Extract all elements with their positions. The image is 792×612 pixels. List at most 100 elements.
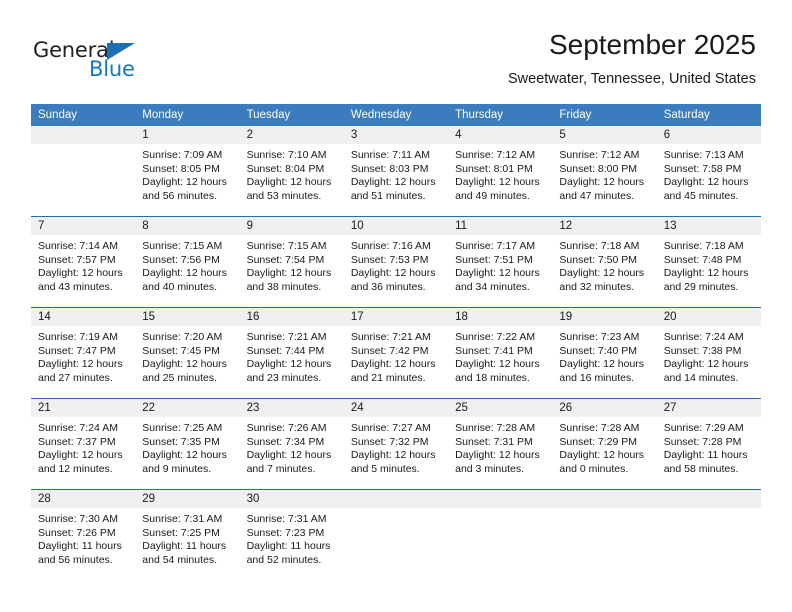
- day-cell[interactable]: [656, 489, 761, 580]
- daylight-text-line2: and 56 minutes.: [142, 189, 217, 202]
- sunrise-text: Sunrise: 7:15 AM: [246, 240, 327, 252]
- day-number: [31, 126, 136, 144]
- day-cell[interactable]: 27 Sunrise: 7:29 AM Sunset: 7:28 PM Dayligh…: [656, 398, 761, 490]
- brand-logo[interactable]: General Blue: [33, 38, 173, 88]
- daylight-text-line2: and 23 minutes.: [246, 371, 322, 384]
- day-cell[interactable]: 18 Sunrise: 7:22 AM Sunset: 7:41 PM Dayligh…: [448, 307, 553, 399]
- daylight-text-line2: and 14 minutes.: [663, 371, 739, 384]
- sunset-text: Sunset: 7:56 PM: [142, 253, 220, 266]
- day-cell[interactable]: 19 Sunrise: 7:23 AM Sunset: 7:40 PM Dayligh…: [552, 307, 657, 399]
- day-cell[interactable]: 9 Sunrise: 7:15 AM Sunset: 7:54 PM Daylight…: [239, 216, 344, 308]
- sunset-text: Sunset: 7:28 PM: [663, 435, 742, 448]
- day-cell[interactable]: 17 Sunrise: 7:21 AM Sunset: 7:42 PM Dayligh…: [343, 307, 449, 399]
- week-row: 28 Sunrise: 7:30 AM Sunset: 7:26 PM Dayligh…: [31, 489, 761, 580]
- daylight-text-line1: Daylight: 12 hours: [142, 176, 227, 189]
- sunrise-text: Sunrise: 7:21 AM: [246, 331, 327, 343]
- day-cell[interactable]: 23 Sunrise: 7:26 AM Sunset: 7:34 PM Dayligh…: [239, 398, 344, 490]
- day-number: 22: [135, 399, 240, 417]
- day-cell[interactable]: 21 Sunrise: 7:24 AM Sunset: 7:37 PM Dayligh…: [31, 398, 136, 490]
- daylight-text-line1: Daylight: 12 hours: [559, 358, 645, 371]
- sunset-text: Sunset: 7:35 PM: [142, 435, 220, 448]
- calendar-page: General Blue September 2025 Sweetwater, …: [0, 0, 792, 612]
- daylight-text-line1: Daylight: 12 hours: [559, 449, 645, 462]
- brand-name-blue: Blue: [89, 57, 135, 81]
- day-details: Sunrise: 7:10 AM Sunset: 8:04 PM Daylight:…: [240, 144, 344, 203]
- sunset-text: Sunset: 7:37 PM: [38, 435, 116, 448]
- day-cell[interactable]: 22 Sunrise: 7:25 AM Sunset: 7:35 PM Dayligh…: [135, 398, 240, 490]
- day-cell[interactable]: 14 Sunrise: 7:19 AM Sunset: 7:47 PM Dayligh…: [31, 307, 136, 399]
- day-cell[interactable]: 2 Sunrise: 7:10 AM Sunset: 8:04 PM Daylight…: [239, 126, 344, 217]
- daylight-text-line1: Daylight: 12 hours: [38, 449, 123, 462]
- daylight-text-line1: Daylight: 12 hours: [350, 176, 436, 189]
- day-cell[interactable]: 30 Sunrise: 7:31 AM Sunset: 7:23 PM Dayligh…: [239, 489, 344, 580]
- daylight-text-line2: and 58 minutes.: [663, 462, 739, 475]
- day-cell[interactable]: [552, 489, 657, 580]
- day-details: Sunrise: 7:30 AM Sunset: 7:26 PM Daylight:…: [31, 508, 135, 567]
- day-cell[interactable]: 4 Sunrise: 7:12 AM Sunset: 8:01 PM Daylight…: [448, 126, 553, 217]
- daylight-text-line2: and 0 minutes.: [559, 462, 629, 475]
- day-number: 10: [343, 217, 449, 235]
- weekday-header-thursday: Thursday: [448, 104, 553, 126]
- weekday-header-sunday: Sunday: [31, 104, 136, 126]
- day-cell[interactable]: 13 Sunrise: 7:18 AM Sunset: 7:48 PM Dayligh…: [656, 216, 761, 308]
- sunrise-text: Sunrise: 7:16 AM: [350, 240, 431, 252]
- week-row: 1 Sunrise: 7:09 AM Sunset: 8:05 PM Daylight…: [31, 126, 761, 217]
- day-number: 8: [135, 217, 240, 235]
- daylight-text-line2: and 7 minutes.: [246, 462, 316, 475]
- day-number: 9: [239, 217, 344, 235]
- sunset-text: Sunset: 7:58 PM: [663, 162, 742, 175]
- daylight-text-line2: and 45 minutes.: [663, 189, 739, 202]
- day-cell[interactable]: 3 Sunrise: 7:11 AM Sunset: 8:03 PM Daylight…: [343, 126, 449, 217]
- day-cell[interactable]: 1 Sunrise: 7:09 AM Sunset: 8:05 PM Daylight…: [135, 126, 240, 217]
- day-cell[interactable]: 20 Sunrise: 7:24 AM Sunset: 7:38 PM Dayligh…: [656, 307, 761, 399]
- day-details: Sunrise: 7:12 AM Sunset: 8:00 PM Daylight:…: [552, 144, 656, 203]
- daylight-text-line2: and 16 minutes.: [559, 371, 635, 384]
- day-details: Sunrise: 7:14 AM Sunset: 7:57 PM Daylight:…: [31, 235, 135, 294]
- day-details: Sunrise: 7:09 AM Sunset: 8:05 PM Daylight:…: [135, 144, 239, 203]
- day-cell[interactable]: 25 Sunrise: 7:28 AM Sunset: 7:31 PM Dayligh…: [448, 398, 553, 490]
- page-subtitle: Sweetwater, Tennessee, United States: [508, 71, 756, 87]
- day-number: 2: [239, 126, 344, 144]
- day-details: Sunrise: 7:19 AM Sunset: 7:47 PM Daylight:…: [31, 326, 135, 385]
- day-details: Sunrise: 7:13 AM Sunset: 7:58 PM Daylight:…: [657, 144, 761, 203]
- day-details: Sunrise: 7:21 AM Sunset: 7:44 PM Daylight:…: [240, 326, 344, 385]
- day-cell[interactable]: [343, 489, 449, 580]
- day-details: Sunrise: 7:18 AM Sunset: 7:50 PM Daylight:…: [552, 235, 656, 294]
- sunrise-text: Sunrise: 7:29 AM: [663, 422, 744, 434]
- day-cell[interactable]: 29 Sunrise: 7:31 AM Sunset: 7:25 PM Dayligh…: [135, 489, 240, 580]
- day-cell[interactable]: 11 Sunrise: 7:17 AM Sunset: 7:51 PM Dayligh…: [448, 216, 553, 308]
- day-cell[interactable]: 15 Sunrise: 7:20 AM Sunset: 7:45 PM Dayligh…: [135, 307, 240, 399]
- sunset-text: Sunset: 7:25 PM: [142, 526, 220, 539]
- day-number: 18: [448, 308, 553, 326]
- day-details: Sunrise: 7:27 AM Sunset: 7:32 PM Daylight:…: [344, 417, 448, 476]
- sunrise-text: Sunrise: 7:31 AM: [142, 513, 223, 525]
- day-cell[interactable]: 16 Sunrise: 7:21 AM Sunset: 7:44 PM Dayligh…: [239, 307, 344, 399]
- sunset-text: Sunset: 7:47 PM: [38, 344, 116, 357]
- day-cell[interactable]: 6 Sunrise: 7:13 AM Sunset: 7:58 PM Daylight…: [656, 126, 761, 217]
- weekday-header-tuesday: Tuesday: [239, 104, 344, 126]
- day-cell[interactable]: 10 Sunrise: 7:16 AM Sunset: 7:53 PM Dayligh…: [343, 216, 449, 308]
- day-cell[interactable]: [31, 126, 136, 217]
- day-cell[interactable]: 28 Sunrise: 7:30 AM Sunset: 7:26 PM Dayligh…: [31, 489, 136, 580]
- day-details: Sunrise: 7:16 AM Sunset: 7:53 PM Daylight:…: [344, 235, 448, 294]
- daylight-text-line1: Daylight: 12 hours: [455, 176, 540, 189]
- day-cell[interactable]: [448, 489, 553, 580]
- daylight-text-line2: and 51 minutes.: [350, 189, 426, 202]
- sunrise-text: Sunrise: 7:25 AM: [142, 422, 223, 434]
- day-details: Sunrise: 7:20 AM Sunset: 7:45 PM Daylight:…: [135, 326, 239, 385]
- sunrise-text: Sunrise: 7:27 AM: [350, 422, 431, 434]
- day-details: Sunrise: 7:31 AM Sunset: 7:25 PM Daylight:…: [135, 508, 239, 567]
- day-cell[interactable]: 24 Sunrise: 7:27 AM Sunset: 7:32 PM Dayligh…: [343, 398, 449, 490]
- day-cell[interactable]: 8 Sunrise: 7:15 AM Sunset: 7:56 PM Daylight…: [135, 216, 240, 308]
- day-details: Sunrise: 7:28 AM Sunset: 7:29 PM Daylight:…: [552, 417, 656, 476]
- daylight-text-line1: Daylight: 12 hours: [559, 176, 645, 189]
- day-number: 21: [31, 399, 136, 417]
- day-cell[interactable]: 12 Sunrise: 7:18 AM Sunset: 7:50 PM Dayligh…: [552, 216, 657, 308]
- day-number: 14: [31, 308, 136, 326]
- sunset-text: Sunset: 7:45 PM: [142, 344, 220, 357]
- day-cell[interactable]: 26 Sunrise: 7:28 AM Sunset: 7:29 PM Dayligh…: [552, 398, 657, 490]
- sunset-text: Sunset: 7:54 PM: [246, 253, 325, 266]
- day-cell[interactable]: 5 Sunrise: 7:12 AM Sunset: 8:00 PM Daylight…: [552, 126, 657, 217]
- day-cell[interactable]: 7 Sunrise: 7:14 AM Sunset: 7:57 PM Daylight…: [31, 216, 136, 308]
- day-number: 13: [656, 217, 761, 235]
